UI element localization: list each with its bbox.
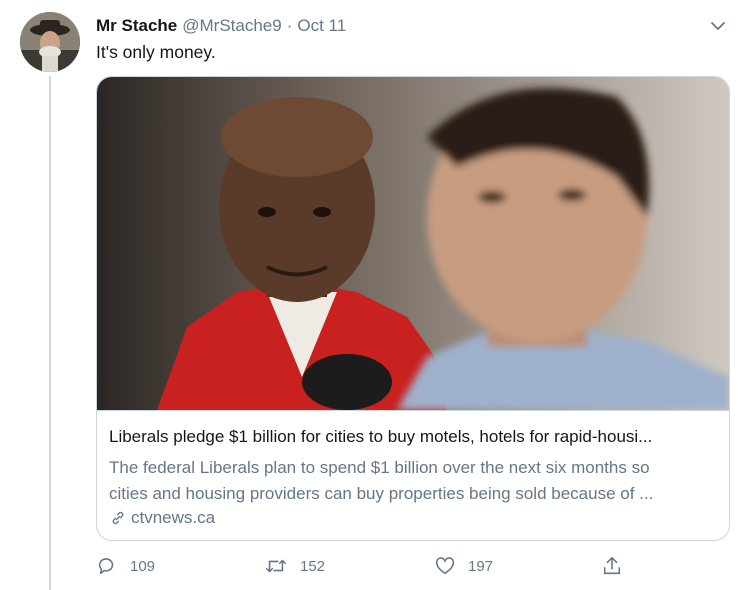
tweet-header: Mr Stache @MrStache9 · Oct 11 (96, 14, 728, 38)
tweet-actions: 109 152 197 (96, 552, 636, 580)
card-title[interactable]: Liberals pledge $1 billion for cities to… (109, 425, 717, 449)
author-handle[interactable]: @MrStache9 (182, 16, 281, 36)
thread-line (49, 76, 51, 590)
link-card[interactable]: Liberals pledge $1 billion for cities to… (96, 76, 730, 541)
share-button[interactable] (601, 552, 635, 580)
like-icon (435, 557, 455, 575)
retweet-button[interactable]: 152 (264, 552, 325, 580)
retweet-icon (266, 559, 286, 573)
tweet-date[interactable]: Oct 11 (297, 16, 346, 36)
card-description-line1: The federal Liberals plan to spend $1 bi… (109, 458, 650, 477)
separator-dot: · (286, 16, 293, 35)
card-body: Liberals pledge $1 billion for cities to… (97, 410, 729, 540)
share-icon (603, 556, 621, 575)
reply-count: 109 (130, 557, 156, 575)
card-domain-row: ctvnews.ca (109, 508, 717, 528)
card-description-line2: cities and housing providers can buy pro… (109, 484, 654, 503)
author-name[interactable]: Mr Stache (96, 16, 177, 36)
card-domain: ctvnews.ca (131, 508, 216, 527)
link-icon (112, 511, 124, 525)
reply-icon (98, 558, 114, 575)
like-button[interactable]: 197 (434, 552, 493, 580)
reply-button[interactable]: 109 (96, 552, 155, 580)
like-count: 197 (468, 557, 494, 575)
avatar[interactable] (20, 12, 80, 72)
retweet-count: 152 (300, 557, 326, 575)
card-image (97, 77, 729, 410)
chevron-down-icon[interactable] (708, 16, 728, 36)
tweet-text: It's only money. (96, 42, 216, 62)
